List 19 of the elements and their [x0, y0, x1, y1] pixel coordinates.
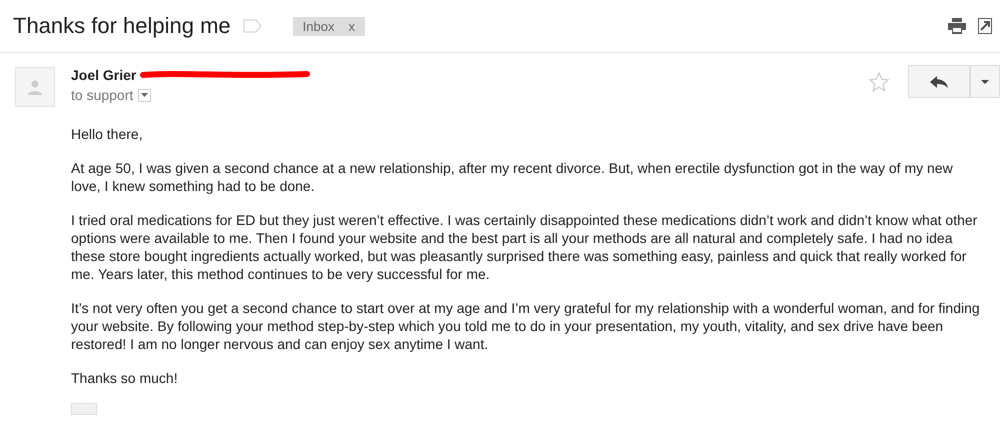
label-text: Inbox: [302, 18, 334, 34]
message-paragraph: It’s not very often you get a second chance to start over at my age and I’m very grateful for my relationship with a wonderful woman, and for finding your website. By following your method step-by-step which you told me to do in your presentation, my youth, vitality, and sex drive have been restored! I am no longer nervous and can enjoy sex anytime I want.: [71, 299, 980, 353]
message-paragraph: Hello there,: [71, 125, 144, 143]
caret-icon: [981, 80, 989, 84]
message-paragraph: At age 50, I was given a second chance at a new relationship, after my recent divorce. But, when erectile dysfunction got in the way of my new love, I knew something had to be done.: [71, 159, 954, 195]
remove-label-button[interactable]: x: [348, 18, 355, 34]
details-button[interactable]: [138, 88, 152, 102]
recipient-text: to support: [71, 87, 134, 103]
sender-name: Joel Grier: [71, 67, 136, 83]
message-paragraph: I tried oral medications for ED but they just weren’t effective. I was certainly disappointed these medications didn’t work and didn’t know what other options were available to me. Then I found your website and the best part is all your methods are all natural and completely safe. I had no idea these store bought ingredients actually worked, but was pleasantly surprised there was something easy, painless and quick that really worked for me. Years later, this method continues to be very successful for me.: [71, 211, 978, 283]
caret-icon: [141, 93, 148, 97]
email-subject: Thanks for helping me: [13, 13, 231, 39]
reply-icon: [930, 76, 948, 88]
star-icon[interactable]: [868, 71, 890, 93]
person-icon: [27, 79, 43, 95]
new-window-icon[interactable]: [978, 18, 992, 34]
print-icon[interactable]: [948, 18, 966, 34]
message-paragraph: Thanks so much!: [71, 369, 179, 387]
reply-button[interactable]: [908, 65, 970, 98]
